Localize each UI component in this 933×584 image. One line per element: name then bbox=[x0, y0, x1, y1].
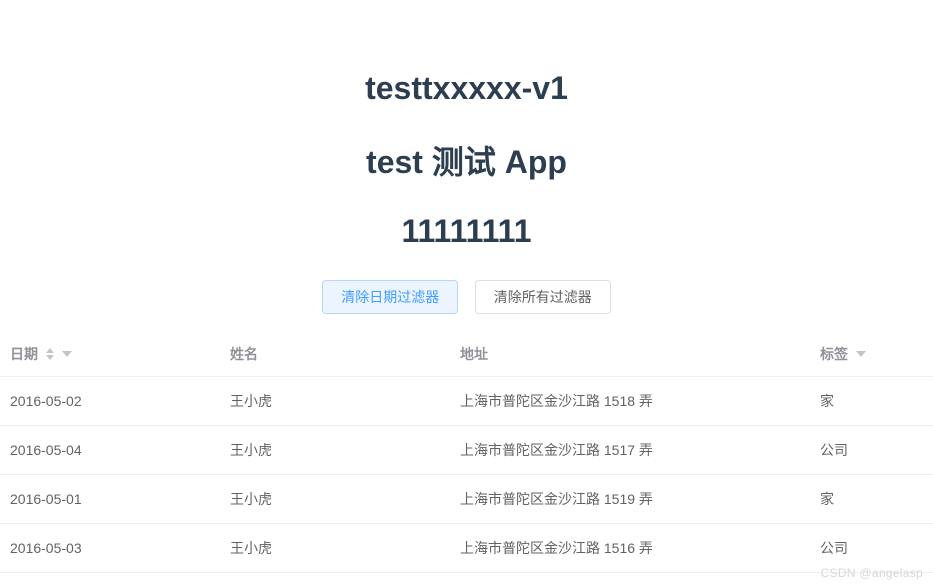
cell-address: 上海市普陀区金沙江路 1516 弄 bbox=[450, 524, 810, 573]
chevron-down-icon[interactable] bbox=[856, 351, 866, 357]
headings-block: testtxxxxx-v1 test 测试 App 11111111 bbox=[0, 0, 933, 250]
column-header-name: 姓名 bbox=[220, 332, 450, 377]
cell-address: 上海市普陀区金沙江路 1517 弄 bbox=[450, 426, 810, 475]
cell-tag: 公司 bbox=[810, 426, 933, 475]
clear-all-filters-button[interactable]: 清除所有过滤器 bbox=[475, 280, 611, 314]
cell-date: 2016-05-01 bbox=[0, 475, 220, 524]
sort-icon[interactable] bbox=[46, 348, 54, 360]
table-row[interactable]: 2016-05-02 王小虎 上海市普陀区金沙江路 1518 弄 家 bbox=[0, 377, 933, 426]
column-header-date-label: 日期 bbox=[10, 344, 38, 364]
cell-name: 王小虎 bbox=[220, 475, 450, 524]
cell-name: 王小虎 bbox=[220, 426, 450, 475]
chevron-down-icon[interactable] bbox=[62, 351, 72, 357]
clear-date-filter-button[interactable]: 清除日期过滤器 bbox=[322, 280, 458, 314]
heading-1: testtxxxxx-v1 bbox=[0, 70, 933, 107]
cell-name: 王小虎 bbox=[220, 377, 450, 426]
table-row[interactable]: 2016-05-01 王小虎 上海市普陀区金沙江路 1519 弄 家 bbox=[0, 475, 933, 524]
column-header-tag-label: 标签 bbox=[820, 344, 848, 364]
cell-tag: 家 bbox=[810, 377, 933, 426]
cell-date: 2016-05-03 bbox=[0, 524, 220, 573]
cell-date: 2016-05-04 bbox=[0, 426, 220, 475]
heading-2: test 测试 App bbox=[0, 137, 933, 183]
cell-address: 上海市普陀区金沙江路 1519 弄 bbox=[450, 475, 810, 524]
table-row[interactable]: 2016-05-04 王小虎 上海市普陀区金沙江路 1517 弄 公司 bbox=[0, 426, 933, 475]
table-header-row: 日期 姓名 地址 标签 bbox=[0, 332, 933, 377]
cell-name: 王小虎 bbox=[220, 524, 450, 573]
column-header-date[interactable]: 日期 bbox=[0, 332, 220, 377]
column-header-address-label: 地址 bbox=[460, 346, 488, 362]
cell-date: 2016-05-02 bbox=[0, 377, 220, 426]
cell-tag: 家 bbox=[810, 475, 933, 524]
button-row: 清除日期过滤器 清除所有过滤器 bbox=[0, 280, 933, 314]
column-header-name-label: 姓名 bbox=[230, 346, 258, 362]
data-table: 日期 姓名 地址 标签 bbox=[0, 332, 933, 573]
table-row[interactable]: 2016-05-03 王小虎 上海市普陀区金沙江路 1516 弄 公司 bbox=[0, 524, 933, 573]
cell-address: 上海市普陀区金沙江路 1518 弄 bbox=[450, 377, 810, 426]
column-header-address: 地址 bbox=[450, 332, 810, 377]
watermark: CSDN @angelasp bbox=[821, 566, 923, 580]
column-header-tag[interactable]: 标签 bbox=[810, 332, 933, 377]
heading-3: 11111111 bbox=[0, 213, 933, 250]
